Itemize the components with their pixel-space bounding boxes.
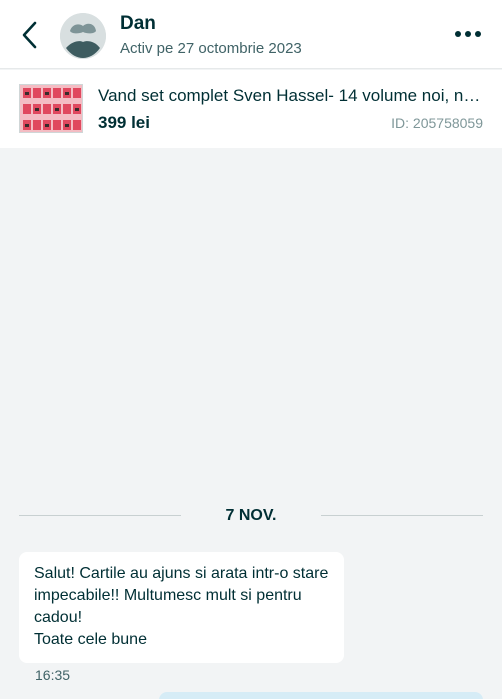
more-horizontal-icon	[455, 31, 481, 37]
contact-status: Activ pe 27 octombrie 2023	[120, 40, 302, 57]
more-options-button[interactable]	[448, 22, 488, 46]
avatar-placeholder-icon	[60, 13, 106, 59]
back-button[interactable]	[14, 18, 46, 52]
contact-name[interactable]: Dan	[120, 13, 156, 35]
ad-price: 399 lei	[98, 113, 150, 132]
outgoing-message-bubble[interactable]	[159, 692, 483, 699]
avatar[interactable]	[60, 13, 106, 59]
message-line: Salut! Cartile au ajuns si arata intr-o …	[34, 565, 329, 582]
ad-title[interactable]: Vand set complet Sven Hassel- 14 volume …	[98, 86, 486, 106]
book-set-thumbnail-icon	[20, 85, 82, 132]
date-separator: 7 NOV.	[225, 507, 277, 524]
ad-summary-card[interactable]: Vand set complet Sven Hassel- 14 volume …	[0, 70, 502, 148]
message-line: cadou!	[34, 609, 83, 626]
message-line: impecabile!! Multumesc mult si pentru	[34, 587, 302, 604]
date-divider-right	[321, 515, 483, 516]
chat-header: Dan Activ pe 27 octombrie 2023	[0, 0, 502, 69]
message-line: Toate cele bune	[34, 631, 147, 648]
message-timestamp: 16:35	[35, 667, 71, 683]
incoming-message-bubble[interactable]: Salut! Cartile au ajuns si arata intr-o …	[19, 552, 344, 663]
chevron-left-icon	[22, 21, 37, 49]
ad-thumbnail[interactable]	[19, 84, 83, 133]
ad-id: ID: 205758059	[391, 115, 483, 131]
